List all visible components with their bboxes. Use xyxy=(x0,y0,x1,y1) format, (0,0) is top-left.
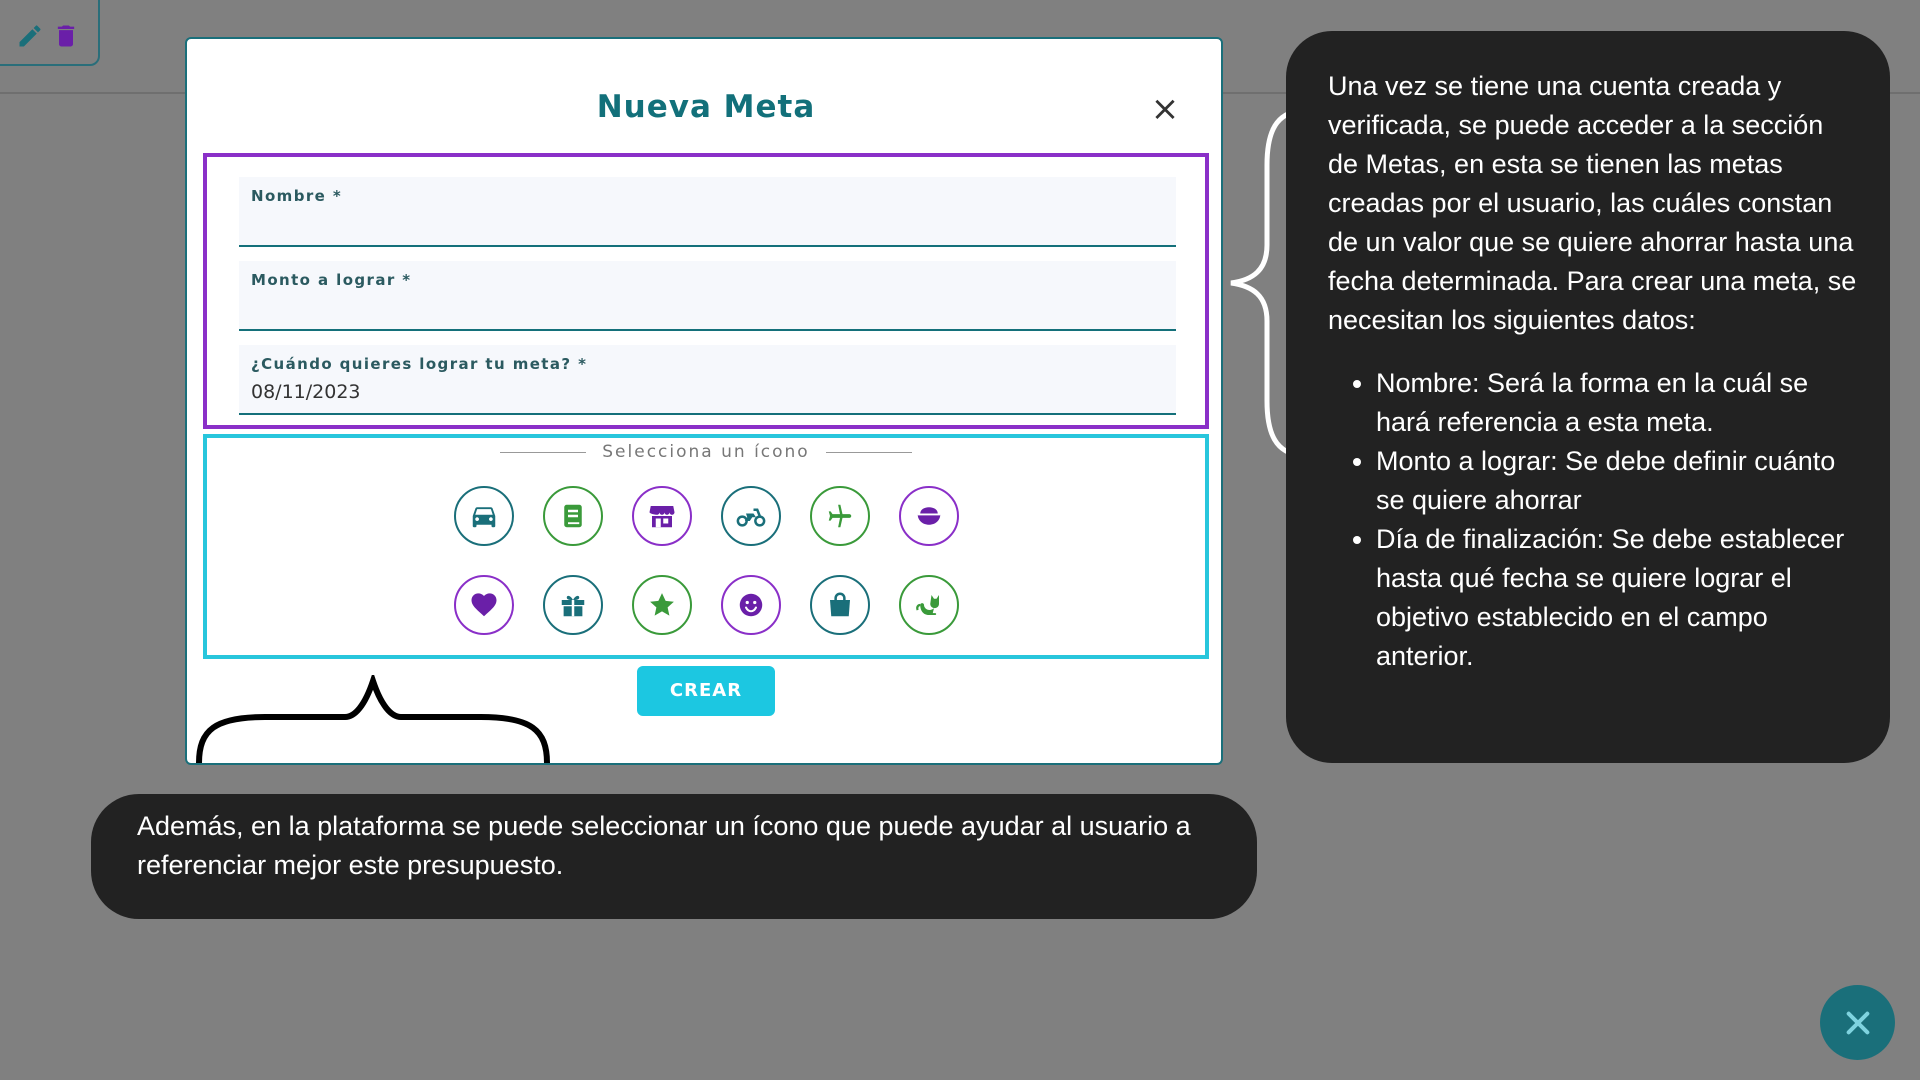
pencil-icon[interactable] xyxy=(16,22,44,50)
icon-option-cat[interactable] xyxy=(899,575,959,635)
name-input[interactable] xyxy=(251,213,1151,235)
modal-title: Nueva Meta xyxy=(596,89,816,125)
icon-option-book[interactable] xyxy=(543,486,603,546)
new-goal-modal: Nueva Meta × Nombre * Monto a lograr * ¿… xyxy=(185,37,1223,765)
icon-option-motorcycle[interactable] xyxy=(721,486,781,546)
date-input[interactable] xyxy=(251,381,1151,403)
explanation-bullet-name: Nombre: Será la forma en la cuál se hará… xyxy=(1376,364,1858,442)
explanation-callout: Una vez se tiene una cuenta creada y ver… xyxy=(1286,31,1890,763)
create-button[interactable]: CREAR xyxy=(637,666,775,716)
icon-explanation-callout: Además, en la plataforma se puede selecc… xyxy=(91,794,1257,919)
smiley-icon xyxy=(739,593,763,617)
star-icon xyxy=(650,593,674,616)
heart-icon xyxy=(471,593,497,617)
icon-option-gift[interactable] xyxy=(543,575,603,635)
icon-option-star[interactable] xyxy=(632,575,692,635)
trash-icon[interactable] xyxy=(52,22,80,50)
date-field-label: ¿Cuándo quieres lograr tu meta? * xyxy=(251,355,588,373)
close-icon[interactable]: × xyxy=(1147,91,1183,127)
motorcycle-icon xyxy=(736,508,766,527)
icon-selector-title: Selecciona un ícono xyxy=(207,442,1205,462)
icon-option-bag[interactable] xyxy=(810,575,870,635)
store-icon xyxy=(649,506,675,528)
date-field[interactable]: ¿Cuándo quieres lograr tu meta? * xyxy=(239,345,1176,415)
icon-option-store[interactable] xyxy=(632,486,692,546)
car-icon xyxy=(472,507,496,528)
explanation-list: Nombre: Será la forma en la cuál se hará… xyxy=(1328,364,1858,676)
name-field-label: Nombre * xyxy=(251,187,343,205)
form-fields-highlight: Nombre * Monto a lograr * ¿Cuándo quiere… xyxy=(203,153,1209,429)
amount-field[interactable]: Monto a lograr * xyxy=(239,261,1176,331)
book-icon xyxy=(564,504,582,528)
food-bowl-icon xyxy=(917,507,941,525)
icon-option-smiley[interactable] xyxy=(721,575,781,635)
icon-option-car[interactable] xyxy=(454,486,514,546)
name-field[interactable]: Nombre * xyxy=(239,177,1176,247)
amount-field-label: Monto a lograr * xyxy=(251,271,412,289)
shopping-bag-icon xyxy=(830,592,850,617)
gift-icon xyxy=(561,595,585,617)
background-card xyxy=(0,0,100,66)
icon-option-plane[interactable] xyxy=(810,486,870,546)
explanation-bullet-amount: Monto a lograr: Se debe definir cuánto s… xyxy=(1376,442,1858,520)
floating-close-button[interactable] xyxy=(1820,985,1895,1060)
amount-input[interactable] xyxy=(251,297,1151,319)
cat-icon xyxy=(916,595,939,615)
icon-selector-highlight: Selecciona un ícono xyxy=(203,434,1209,659)
explanation-bullet-date: Día de finalización: Se debe establecer … xyxy=(1376,520,1858,676)
icon-option-heart[interactable] xyxy=(454,575,514,635)
plane-icon xyxy=(828,504,852,528)
icon-option-food[interactable] xyxy=(899,486,959,546)
explanation-paragraph: Una vez se tiene una cuenta creada y ver… xyxy=(1328,71,1857,335)
close-icon xyxy=(1846,1011,1869,1034)
curly-brace-bottom xyxy=(196,675,550,764)
icon-explanation-text: Además, en la plataforma se puede selecc… xyxy=(137,811,1191,880)
